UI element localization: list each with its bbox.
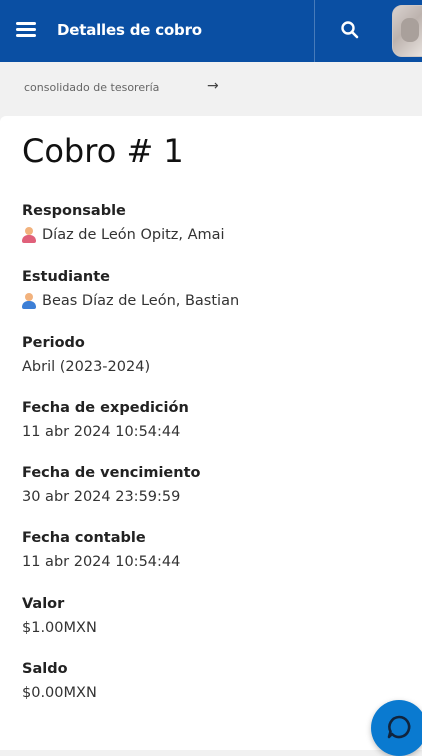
field-value: Abril (2023-2024) [22, 359, 151, 375]
field-label: Valor [22, 596, 65, 612]
field-value: 11 abr 2024 10:54:44 [22, 424, 181, 440]
arrow-right-icon: → [207, 78, 219, 94]
field-fecha-expedicion: Fecha de expedición 11 abr 2024 10:54:44 [22, 397, 402, 443]
person-male-icon [22, 293, 36, 309]
field-value: $1.00MXN [22, 620, 97, 636]
field-fecha-vencimiento: Fecha de vencimiento 30 abr 2024 23:59:5… [22, 462, 402, 508]
field-periodo: Periodo Abril (2023-2024) [22, 332, 402, 378]
field-label: Fecha de expedición [22, 400, 189, 416]
field-valor: Valor $1.00MXN [22, 593, 402, 639]
app-bar: Detalles de cobro [0, 0, 422, 62]
field-value: Díaz de León Opitz, Amai [22, 224, 402, 246]
field-label: Saldo [22, 661, 68, 677]
field-estudiante: Estudiante Beas Díaz de León, Bastian [22, 266, 402, 312]
estudiante-name: Beas Díaz de León, Bastian [42, 293, 240, 309]
responsable-name: Díaz de León Opitz, Amai [42, 227, 225, 243]
field-value: 30 abr 2024 23:59:59 [22, 489, 181, 505]
person-female-icon [22, 227, 36, 243]
field-label: Responsable [22, 203, 126, 219]
breadcrumb-link-consolidado[interactable]: consolidado de tesorería [24, 81, 159, 94]
search-icon[interactable] [338, 18, 362, 42]
menu-icon[interactable] [16, 22, 36, 38]
field-label: Fecha de vencimiento [22, 465, 201, 481]
field-value: Beas Díaz de León, Bastian [22, 290, 402, 312]
chat-button[interactable] [371, 700, 422, 756]
chat-icon [387, 715, 411, 739]
breadcrumb: consolidado de tesorería → [0, 62, 422, 116]
field-saldo: Saldo $0.00MXN [22, 658, 402, 704]
field-label: Fecha contable [22, 530, 146, 546]
field-responsable: Responsable Díaz de León Opitz, Amai [22, 200, 402, 246]
field-label: Periodo [22, 335, 85, 351]
field-value: 11 abr 2024 10:54:44 [22, 554, 181, 570]
field-value: $0.00MXN [22, 685, 97, 701]
header-divider [314, 0, 315, 62]
page-title: Cobro # 1 [22, 132, 184, 170]
field-label: Estudiante [22, 269, 111, 285]
field-fecha-contable: Fecha contable 11 abr 2024 10:54:44 [22, 527, 402, 573]
page-header-title: Detalles de cobro [57, 21, 202, 39]
avatar[interactable] [392, 5, 422, 57]
